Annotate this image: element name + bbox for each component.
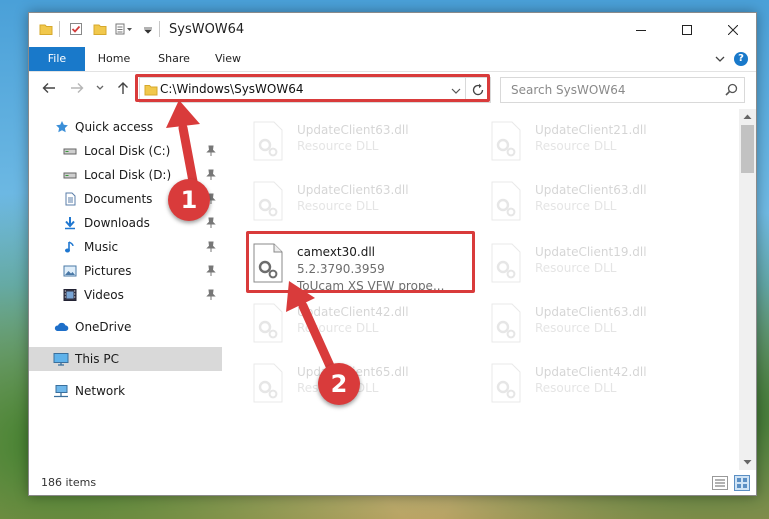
step-2-badge: 2 [318,363,360,405]
step-1-badge: 1 [168,179,210,221]
arrow-to-address-bar [166,100,200,197]
arrow-to-file [286,281,335,371]
annotation-arrows [166,100,335,371]
